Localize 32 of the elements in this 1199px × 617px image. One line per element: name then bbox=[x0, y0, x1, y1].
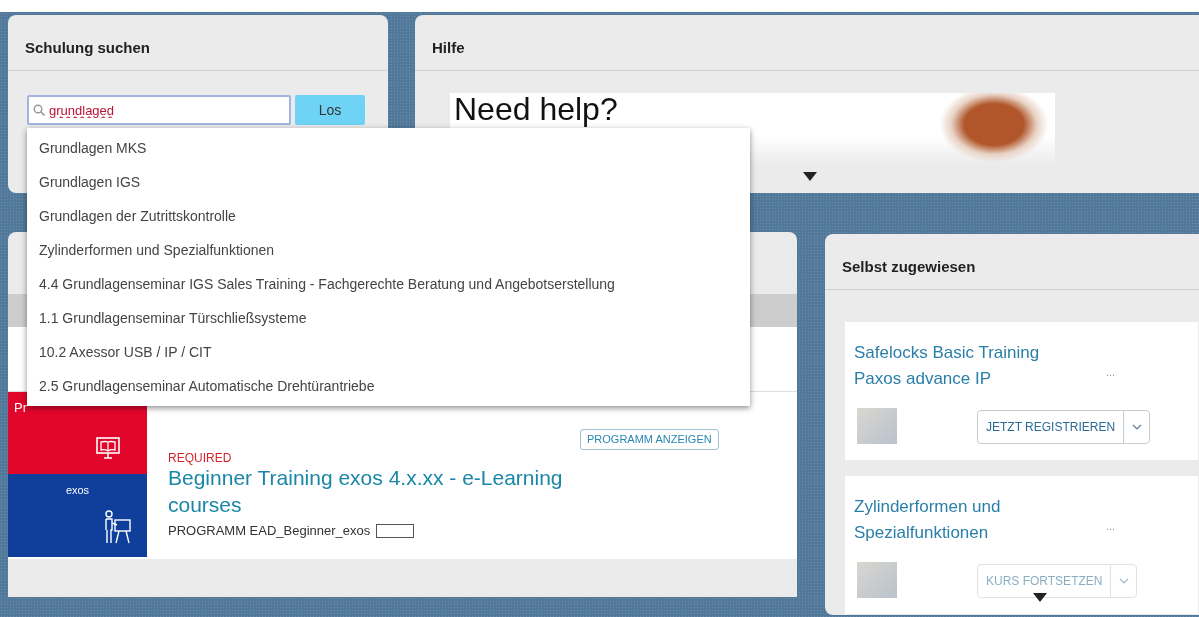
down-arrow-icon[interactable] bbox=[1033, 593, 1047, 602]
program-title[interactable]: Beginner Training exos 4.x.xx - e-Learning courses bbox=[168, 465, 638, 518]
photo-placeholder bbox=[857, 408, 897, 444]
tile-label: Pr bbox=[14, 399, 27, 417]
caret-icon bbox=[1131, 424, 1142, 430]
search-button[interactable]: Los bbox=[295, 95, 365, 125]
banner-heading: Need help? bbox=[454, 90, 618, 129]
suggestion-item[interactable]: 1.1 Grundlagenseminar Türschließsysteme bbox=[27, 301, 750, 335]
presenter-icon bbox=[104, 510, 132, 544]
suggestion-item[interactable]: 10.2 Axessor USB / IP / CIT bbox=[27, 335, 750, 369]
search-field[interactable]: grundlaged bbox=[27, 95, 291, 125]
suggestion-item[interactable]: Zylinderformen und Spezialfunktionen bbox=[27, 233, 750, 267]
caret-icon bbox=[1118, 578, 1129, 584]
show-program-button[interactable]: PROGRAMM ANZEIGEN bbox=[580, 429, 719, 450]
suggestion-item[interactable]: Grundlagen MKS bbox=[27, 131, 750, 165]
panel-title: Selbst zugewiesen bbox=[825, 234, 1199, 290]
panel-title: Hilfe bbox=[415, 15, 1199, 71]
panel-title: Schulung suchen bbox=[8, 15, 388, 71]
suggestion-item[interactable]: 4.4 Grundlagenseminar IGS Sales Training - Fachgerechte Beratung und Angebotserstellung bbox=[27, 267, 750, 301]
empty-tag bbox=[376, 523, 415, 538]
status-label: REQUIRED bbox=[168, 451, 233, 466]
monitor-book-icon bbox=[96, 437, 120, 459]
course-title[interactable]: Safelocks Basic Training Paxos advance IP bbox=[854, 340, 1069, 391]
suggestion-item[interactable]: 2.5 Grundlagenseminar Automatische Drehtürantriebe bbox=[27, 369, 750, 403]
photo-placeholder bbox=[857, 562, 897, 598]
action-button[interactable]: JETZT REGISTRIEREN bbox=[978, 411, 1124, 443]
program-code: PROGRAMM EAD_Beginner_exos bbox=[168, 521, 371, 540]
suggestion-item[interactable]: Grundlagen IGS bbox=[27, 165, 750, 199]
course-title[interactable]: Zylinderformen und Spezialfunktionen bbox=[854, 494, 1069, 545]
suggestion-item[interactable]: Grundlagen der Zutrittskontrolle bbox=[27, 199, 750, 233]
tile-caption: exos bbox=[64, 483, 91, 498]
down-arrow-icon[interactable] bbox=[803, 172, 817, 181]
